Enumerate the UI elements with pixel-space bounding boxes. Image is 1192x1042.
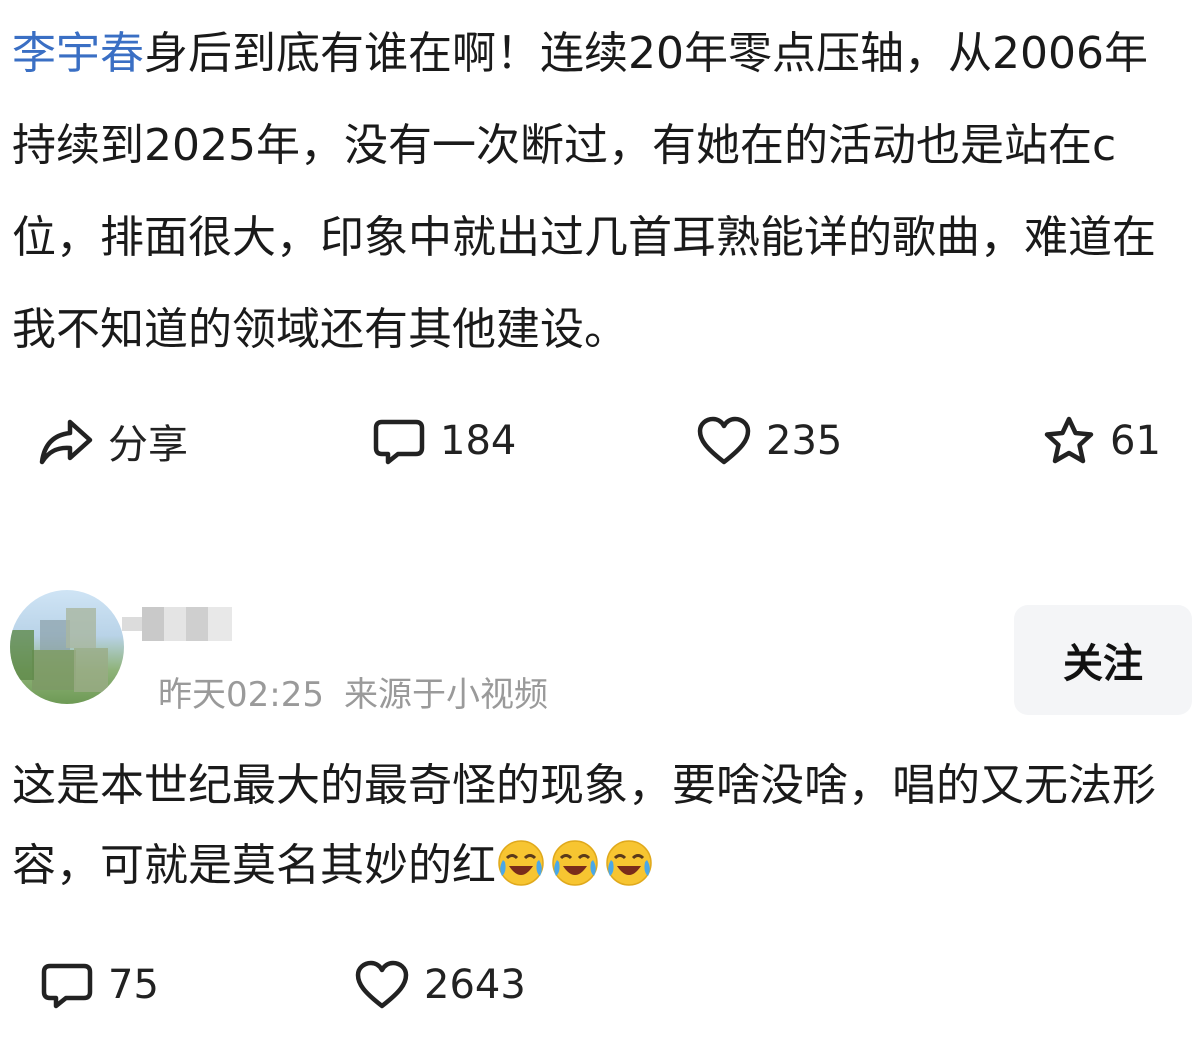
crying-laughing-emoji bbox=[496, 834, 546, 886]
post-like-button[interactable]: 235 bbox=[696, 406, 842, 476]
mention-link[interactable]: 李宇春 bbox=[12, 28, 144, 79]
heart-icon bbox=[354, 960, 410, 1010]
crying-laughing-emoji bbox=[604, 834, 654, 886]
post-action-bar: 分享 184 235 61 bbox=[0, 406, 1192, 476]
comment-icon bbox=[372, 416, 426, 466]
post-comment-count: 184 bbox=[440, 418, 517, 464]
comment-like-button[interactable]: 2643 bbox=[354, 950, 526, 1020]
post-comment-button[interactable]: 184 bbox=[372, 406, 516, 476]
comment-action-bar: 75 2643 bbox=[0, 950, 1192, 1020]
crying-laughing-emoji bbox=[550, 834, 600, 886]
comment-icon bbox=[40, 960, 94, 1010]
post-text: 李宇春身后到底有谁在啊！连续20年零点压轴，从2006年持续到2025年，没有一… bbox=[12, 8, 1182, 376]
comment-meta: 昨天02:25 来源于小视频 bbox=[158, 667, 548, 716]
reply-count: 75 bbox=[108, 962, 159, 1008]
heart-icon bbox=[696, 416, 752, 466]
avatar[interactable] bbox=[10, 590, 124, 704]
favorite-count: 61 bbox=[1110, 418, 1161, 464]
share-label: 分享 bbox=[108, 422, 188, 468]
star-icon bbox=[1042, 415, 1096, 467]
post-like-count: 235 bbox=[766, 418, 843, 464]
follow-button[interactable]: 关注 bbox=[1014, 605, 1192, 715]
comment-like-count: 2643 bbox=[424, 962, 526, 1008]
share-button[interactable]: 分享 bbox=[38, 406, 188, 476]
share-icon bbox=[38, 416, 94, 466]
favorite-button[interactable]: 61 bbox=[1042, 406, 1161, 476]
username-redacted[interactable] bbox=[122, 607, 234, 641]
comment-timestamp: 昨天02:25 bbox=[158, 675, 324, 715]
post-body: 身后到底有谁在啊！连续20年零点压轴，从2006年持续到2025年，没有一次断过… bbox=[12, 28, 1156, 355]
reply-button[interactable]: 75 bbox=[40, 950, 159, 1020]
comment-source: 来源于小视频 bbox=[343, 675, 548, 715]
comment-text: 这是本世纪最大的最奇怪的现象，要啥没啥，唱的又无法形容，可就是莫名其妙的红 bbox=[12, 746, 1182, 906]
